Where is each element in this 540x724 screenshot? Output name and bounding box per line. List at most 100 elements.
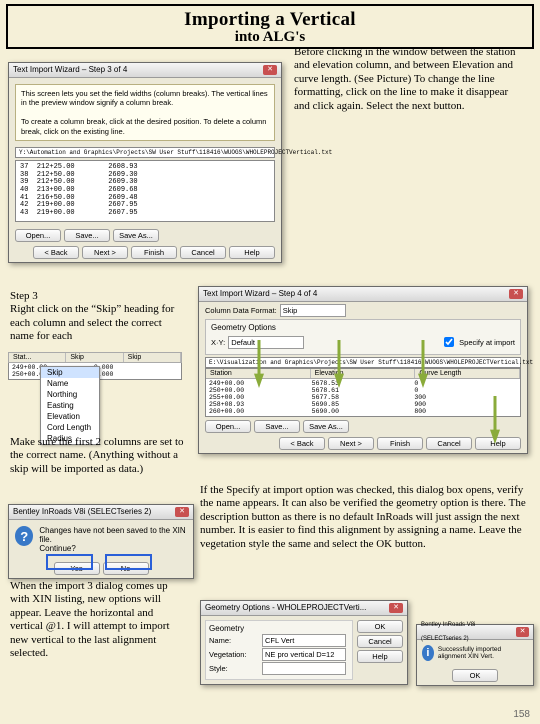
- saveas-button[interactable]: Save As...: [303, 420, 349, 433]
- column-header[interactable]: Curve Length: [415, 369, 520, 378]
- page-title-bar: Importing a Vertical into ALG's: [6, 4, 534, 49]
- save-button[interactable]: Save...: [254, 420, 300, 433]
- close-icon[interactable]: ✕: [389, 603, 403, 613]
- cancel-button[interactable]: Cancel: [426, 437, 472, 450]
- data-cell: 255+00.00: [209, 394, 312, 401]
- wizard-step3-data: 37 212+25.00 2608.93 38 212+50.00 2609.3…: [15, 160, 275, 222]
- highlight-box: [46, 554, 156, 572]
- grid-header: Stat... Skip Skip: [8, 352, 182, 363]
- xor-label: X·Y:: [211, 338, 225, 347]
- data-cell: 5690.00: [312, 408, 415, 415]
- title-main: Importing a Vertical: [12, 9, 528, 31]
- success-titlebar[interactable]: Bentley InRoads V8i (SELECTseries 2) ✕: [417, 625, 533, 640]
- geometry-options-group: Geometry Options X·Y: Specify at import: [205, 319, 521, 355]
- grid-head-c1[interactable]: Stat...: [9, 353, 66, 362]
- bentley-confirm-title: Bentley InRoads V8i (SELECTseries 2): [13, 505, 151, 519]
- grid-head-c3[interactable]: Skip: [124, 353, 181, 362]
- column-header[interactable]: Elevation: [311, 369, 416, 378]
- cancel-button[interactable]: Cancel: [180, 246, 226, 259]
- wizard-step3-right-buttons: < Back Next > Finish Cancel Help: [9, 243, 281, 262]
- data-cell: 0: [414, 380, 517, 387]
- next-button[interactable]: Next >: [82, 246, 128, 259]
- go-label: Geometry Options: [211, 323, 515, 332]
- info-icon: i: [422, 645, 434, 661]
- geom-options-window: Geometry Options - WHOLEPROJECTVerti... …: [200, 600, 408, 685]
- title-sub: into ALG's: [12, 29, 528, 46]
- grid-head-c2[interactable]: Skip: [66, 353, 123, 362]
- cdf-select[interactable]: [280, 304, 346, 317]
- wizard-step3-path: Y:\Automation and Graphics\Projects\SW U…: [15, 147, 275, 158]
- close-icon[interactable]: ✕: [263, 65, 277, 75]
- column-data-format: Column Data Format:: [205, 304, 521, 317]
- dropdown-option[interactable]: Skip: [41, 367, 99, 378]
- wizard-step4-path: E:\Visualization and Graphics\Projects\S…: [205, 357, 521, 368]
- question-icon: ?: [15, 526, 33, 546]
- style-label: Style:: [209, 664, 259, 673]
- data-cell: 250+00.00: [209, 387, 312, 394]
- column-dropdown[interactable]: SkipNameNorthingEastingElevationCord Len…: [40, 366, 100, 445]
- open-button[interactable]: Open...: [205, 420, 251, 433]
- dropdown-option[interactable]: Cord Length: [41, 422, 99, 433]
- xor-select[interactable]: [228, 336, 304, 349]
- data-cell: 260+00.00: [209, 408, 312, 415]
- under1-paragraph: Make sure the first 2 columns are set to…: [10, 436, 186, 476]
- open-button[interactable]: Open...: [15, 229, 61, 242]
- data-cell: 258+08.93: [209, 401, 312, 408]
- wizard-step4-right-buttons: < Back Next > Finish Cancel Help: [199, 434, 527, 453]
- name-label: Name:: [209, 636, 259, 645]
- back-button[interactable]: < Back: [33, 246, 79, 259]
- data-cell: 300: [414, 394, 517, 401]
- cdf-label: Column Data Format:: [205, 306, 277, 315]
- cancel-button[interactable]: Cancel: [357, 635, 403, 648]
- wizard-step4-title: Text Import Wizard – Step 4 of 4: [203, 287, 317, 301]
- wizard-step4-titlebar[interactable]: Text Import Wizard – Step 4 of 4 ✕: [199, 287, 527, 302]
- close-icon[interactable]: ✕: [516, 627, 529, 637]
- data-cell: 5677.58: [312, 394, 415, 401]
- help-button[interactable]: Help: [229, 246, 275, 259]
- veg-label: Vegetation:: [209, 650, 259, 659]
- step4-paragraph: Step 3 Right click on the “Skip” heading…: [10, 290, 182, 344]
- wizard-step3-window: Text Import Wizard – Step 3 of 4 ✕ This …: [8, 62, 282, 263]
- success-title: Bentley InRoads V8i (SELECTseries 2): [421, 618, 516, 646]
- finish-button[interactable]: Finish: [377, 437, 423, 450]
- dropdown-option[interactable]: Elevation: [41, 411, 99, 422]
- close-icon[interactable]: ✕: [509, 289, 523, 299]
- page-number: 158: [513, 709, 530, 720]
- right-paragraph-1: Before clicking in the window between th…: [294, 46, 526, 113]
- dropdown-option[interactable]: Northing: [41, 389, 99, 400]
- wizard-step3-instructions: This screen lets you set the field width…: [15, 84, 275, 141]
- data-cell: 5678.53: [312, 380, 415, 387]
- specify-checkbox[interactable]: Specify at import: [440, 334, 515, 350]
- name-input[interactable]: [262, 634, 346, 647]
- data-cell: 900: [414, 401, 517, 408]
- data-cell: 0: [414, 387, 517, 394]
- save-button[interactable]: Save...: [64, 229, 110, 242]
- success-msg: Successfully imported alignment XIN Vert…: [438, 646, 528, 660]
- geom-options-title: Geometry Options - WHOLEPROJECTVerti...: [205, 601, 366, 615]
- wizard-step3-titlebar[interactable]: Text Import Wizard – Step 3 of 4 ✕: [9, 63, 281, 78]
- ok-button[interactable]: OK: [452, 669, 498, 682]
- next-button[interactable]: Next >: [328, 437, 374, 450]
- under2-paragraph: When the import 3 dialog comes up with X…: [10, 580, 188, 660]
- back-button[interactable]: < Back: [279, 437, 325, 450]
- ok-button[interactable]: OK: [357, 620, 403, 633]
- veg-input[interactable]: [262, 648, 346, 661]
- style-input[interactable]: [262, 662, 346, 675]
- wizard-step4-grid: StationElevationCurve Length 249+00.0056…: [205, 368, 521, 417]
- help-button[interactable]: Help: [357, 650, 403, 663]
- dropdown-option[interactable]: Name: [41, 378, 99, 389]
- dropdown-option[interactable]: Easting: [41, 400, 99, 411]
- saveas-button[interactable]: Save As...: [113, 229, 159, 242]
- bentley-confirm-msg: Changes have not been saved to the XIN f…: [39, 526, 187, 553]
- data-cell: 800: [414, 408, 517, 415]
- close-icon[interactable]: ✕: [175, 507, 189, 517]
- data-cell: 5690.85: [312, 401, 415, 408]
- bentley-confirm-titlebar[interactable]: Bentley InRoads V8i (SELECTseries 2) ✕: [9, 505, 193, 520]
- wizard-step4-window: Text Import Wizard – Step 4 of 4 ✕ Colum…: [198, 286, 528, 454]
- geom-options-titlebar[interactable]: Geometry Options - WHOLEPROJECTVerti... …: [201, 601, 407, 616]
- success-window: Bentley InRoads V8i (SELECTseries 2) ✕ i…: [416, 624, 534, 686]
- help-button[interactable]: Help: [475, 437, 521, 450]
- finish-button[interactable]: Finish: [131, 246, 177, 259]
- right-paragraph-2: If the Specify at import option was chec…: [200, 484, 528, 551]
- geom-label: Geometry: [209, 624, 349, 633]
